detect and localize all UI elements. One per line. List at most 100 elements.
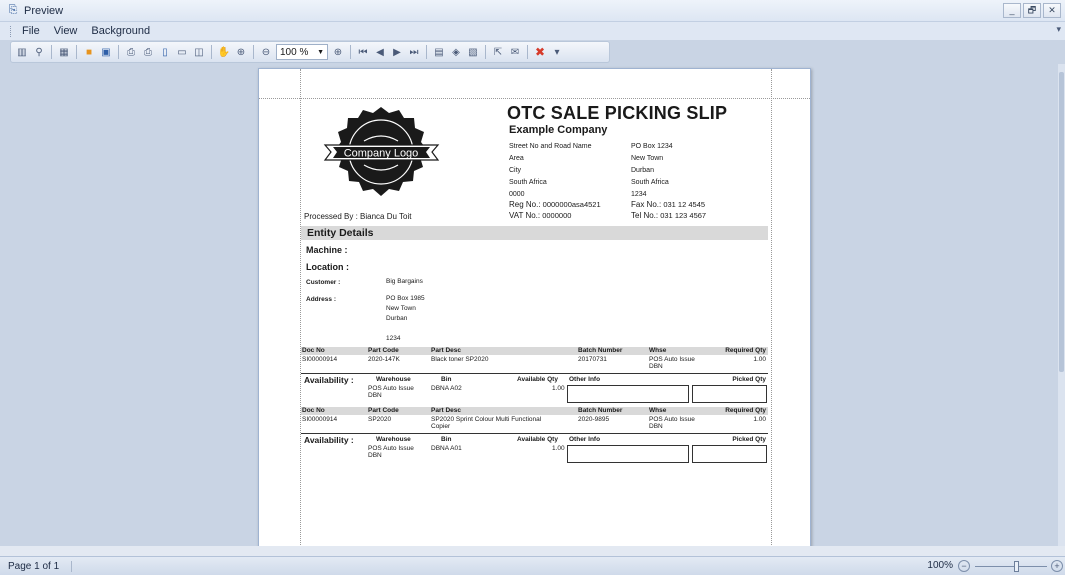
customer-value: Big Bargains <box>386 278 423 285</box>
last-page-icon[interactable]: ⏭ <box>407 45 421 59</box>
save-icon[interactable]: ▣ <box>99 45 113 59</box>
picked-qty-field[interactable] <box>692 445 767 463</box>
open-folder-icon[interactable]: ■ <box>82 45 96 59</box>
col-batch: Batch Number <box>578 407 623 414</box>
menu-view[interactable]: View <box>54 25 78 37</box>
previous-page-icon[interactable]: ◀ <box>373 45 387 59</box>
picked-qty-field[interactable] <box>692 385 767 403</box>
vertical-scrollbar[interactable] <box>1058 64 1065 546</box>
reg-label: Reg No.: <box>509 200 541 209</box>
vat-number: VAT No.: 0000000 <box>509 211 571 220</box>
col-whse: Whse <box>649 407 667 414</box>
zoom-out-icon[interactable]: − <box>958 560 970 572</box>
toolbar-overflow-icon[interactable]: ▾ <box>550 45 564 59</box>
col-doc-no: Doc No <box>302 407 325 414</box>
part-desc-cell-line2: Copier <box>431 423 451 430</box>
chevron-down-icon: ▼ <box>317 48 324 56</box>
other-info-field[interactable] <box>567 445 689 463</box>
zoom-out-icon[interactable]: ⊖ <box>259 45 273 59</box>
vat-label: VAT No.: <box>509 211 541 220</box>
fax-number: Fax No.: 031 12 4545 <box>631 200 705 209</box>
avail-warehouse-value: POS Auto Issue <box>368 385 414 392</box>
address-line: 1234 <box>386 335 401 342</box>
zoom-combo[interactable]: 100 % ▼ <box>276 44 328 60</box>
close-button[interactable]: ✕ <box>1043 3 1061 18</box>
address-line: South Africa <box>509 179 547 186</box>
other-info-header: Other Info <box>569 436 601 443</box>
address-line: PO Box 1985 <box>386 295 425 302</box>
close-preview-icon[interactable]: ✖ <box>533 45 547 59</box>
col-required-qty: Required Qty <box>725 347 766 354</box>
report-title: OTC SALE PICKING SLIP <box>507 103 728 123</box>
first-page-icon[interactable]: ⏮ <box>356 45 370 59</box>
thumbnails-icon[interactable]: ▦ <box>57 45 71 59</box>
line-header: Doc No Part Code Part Desc Batch Number … <box>301 407 768 415</box>
preview-workspace: Company Logo OTC SALE PICKING SLIP Examp… <box>0 64 1058 546</box>
company-name: Example Company <box>509 124 608 136</box>
part-desc-cell: SP2020 Sprint Colour Multi Functional <box>431 416 542 423</box>
toolbar-separator <box>253 45 254 59</box>
hand-tool-icon[interactable]: ✋ <box>217 45 231 59</box>
export-icon[interactable]: ⇱ <box>491 45 505 59</box>
minimize-button[interactable]: _ <box>1003 3 1021 18</box>
window-title: Preview <box>24 4 64 17</box>
address-line: New Town <box>386 305 416 312</box>
avail-qty-value: 1.00 <box>552 385 565 392</box>
avail-qty-header: Available Qty <box>517 436 558 443</box>
menu-background[interactable]: Background <box>91 25 150 37</box>
address-line: City <box>509 167 522 174</box>
page-margin-line <box>300 69 301 546</box>
machine-label: Machine : <box>306 245 348 255</box>
scrollbar-thumb[interactable] <box>1059 72 1064 372</box>
tel-number: Tel No.: 031 123 4567 <box>631 211 706 220</box>
horizontal-scrollbar[interactable] <box>0 546 1065 556</box>
multiple-pages-icon[interactable]: ▤ <box>432 45 446 59</box>
header-footer-icon[interactable]: ▭ <box>175 45 189 59</box>
preview-toolbar: ▥ ⚲ ▦ ■ ▣ ⎙ ⎙ ▯ ▭ ◫ ✋ ⊕ ⊖ 100 % ▼ ⊕ ⏮ ◀ … <box>10 41 610 63</box>
page-setup-icon[interactable]: ▯ <box>158 45 172 59</box>
menu-file[interactable]: File <box>22 25 40 37</box>
vat-value: 0000000 <box>542 211 572 220</box>
next-page-icon[interactable]: ▶ <box>390 45 404 59</box>
processed-by: Processed By : Bianca Du Toit <box>304 212 412 221</box>
table-row: SI00000914 2020-147K Black toner SP2020 … <box>301 356 768 372</box>
menu-bar: File View Background ▾ <box>0 22 1065 40</box>
part-desc-cell: Black toner SP2020 <box>431 356 489 363</box>
avail-warehouse-value-line2: DBN <box>368 392 382 399</box>
toolbar-separator <box>76 45 77 59</box>
line-header: Doc No Part Code Part Desc Batch Number … <box>301 347 768 355</box>
availability-row: Availability : Warehouse Bin Available Q… <box>301 373 768 406</box>
toolbar-separator <box>118 45 119 59</box>
avail-warehouse-header: Warehouse <box>376 376 411 383</box>
tel-value: 031 123 4567 <box>660 211 707 220</box>
quick-print-icon[interactable]: ⎙ <box>141 45 155 59</box>
avail-qty-value: 1.00 <box>552 445 565 452</box>
avail-bin-header: Bin <box>441 436 452 443</box>
document-map-icon[interactable]: ▥ <box>15 45 29 59</box>
magnifier-icon[interactable]: ⊕ <box>234 45 248 59</box>
find-icon[interactable]: ⚲ <box>32 45 46 59</box>
zoom-in-icon[interactable]: + <box>1051 560 1063 572</box>
col-part-desc: Part Desc <box>431 347 461 354</box>
avail-bin-value: DBNA A02 <box>431 385 462 392</box>
company-logo: Company Logo <box>323 107 440 196</box>
batch-cell: 20170731 <box>578 356 607 363</box>
col-part-code: Part Code <box>368 407 399 414</box>
menu-expand-icon[interactable]: ▾ <box>1056 24 1061 35</box>
restore-button[interactable]: 🗗 <box>1023 3 1041 18</box>
fill-background-icon[interactable]: ◈ <box>449 45 463 59</box>
watermark-icon[interactable]: ▧ <box>466 45 480 59</box>
doc-no-cell: SI00000914 <box>302 356 338 363</box>
scale-icon[interactable]: ◫ <box>192 45 206 59</box>
zoom-slider-thumb[interactable] <box>1014 561 1019 572</box>
other-info-field[interactable] <box>567 385 689 403</box>
zoom-in-icon[interactable]: ⊕ <box>331 45 345 59</box>
address-line: Durban <box>386 315 408 322</box>
zoom-percent: 100% <box>927 560 953 571</box>
fax-label: Fax No.: <box>631 200 662 209</box>
print-icon[interactable]: ⎙ <box>124 45 138 59</box>
other-info-header: Other Info <box>569 376 601 383</box>
send-email-icon[interactable]: ✉ <box>508 45 522 59</box>
zoom-slider-track[interactable] <box>975 566 1047 567</box>
availability-row: Availability : Warehouse Bin Available Q… <box>301 433 768 466</box>
